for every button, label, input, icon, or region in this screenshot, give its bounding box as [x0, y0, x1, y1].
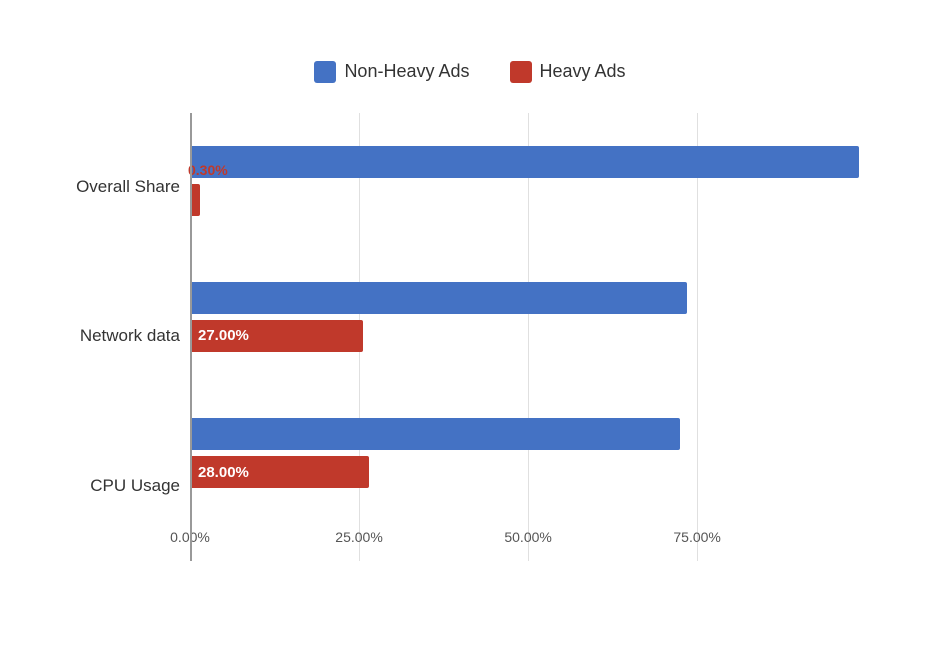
- bar-row-network-red: 27.00%: [190, 320, 880, 352]
- bar-cpu-red: 28.00%: [190, 456, 369, 488]
- bar-row-cpu-red: 28.00%: [190, 456, 880, 488]
- y-label-overall: Overall Share: [60, 177, 180, 197]
- bar-network-blue: [190, 282, 687, 314]
- bar-row-network-blue: [190, 282, 880, 314]
- bars-and-grid: 0.30% 27.00%: [190, 113, 880, 601]
- y-label-network: Network data: [60, 326, 180, 346]
- grid-area: 0.30% 27.00%: [190, 113, 880, 601]
- legend: Non-Heavy Ads Heavy Ads: [60, 61, 880, 83]
- y-label-cpu: CPU Usage: [60, 476, 180, 496]
- bar-network-red: 27.00%: [190, 320, 363, 352]
- chart-container: Non-Heavy Ads Heavy Ads Overall Share Ne…: [40, 41, 900, 621]
- bar-label-overall-red: 0.30%: [188, 162, 228, 178]
- x-axis: 0.00% 25.00% 50.00% 75.00%: [190, 521, 880, 560]
- legend-label-heavy: Heavy Ads: [540, 61, 626, 82]
- x-tick-50: 50.00%: [504, 529, 551, 545]
- legend-label-non-heavy: Non-Heavy Ads: [344, 61, 469, 82]
- bar-row-overall-blue: [190, 146, 880, 178]
- bar-label-network-red: 27.00%: [198, 327, 249, 344]
- legend-item-non-heavy: Non-Heavy Ads: [314, 61, 469, 83]
- axis-line: [190, 113, 192, 561]
- bar-group-cpu: 28.00%: [190, 385, 880, 521]
- bar-row-cpu-blue: [190, 418, 880, 450]
- x-tick-75: 75.00%: [673, 529, 720, 545]
- legend-item-heavy: Heavy Ads: [510, 61, 626, 83]
- bar-cpu-blue: [190, 418, 680, 450]
- bar-group-network: 27.00%: [190, 249, 880, 385]
- bar-group-overall: 0.30%: [190, 113, 880, 249]
- bar-row-overall-red: 0.30%: [190, 184, 880, 216]
- bar-label-cpu-red: 28.00%: [198, 464, 249, 481]
- legend-color-blue: [314, 61, 336, 83]
- bar-overall-blue: [190, 146, 859, 178]
- chart-area: Overall Share Network data CPU Usage: [60, 113, 880, 601]
- y-labels: Overall Share Network data CPU Usage: [60, 113, 190, 601]
- x-tick-25: 25.00%: [335, 529, 382, 545]
- legend-color-red: [510, 61, 532, 83]
